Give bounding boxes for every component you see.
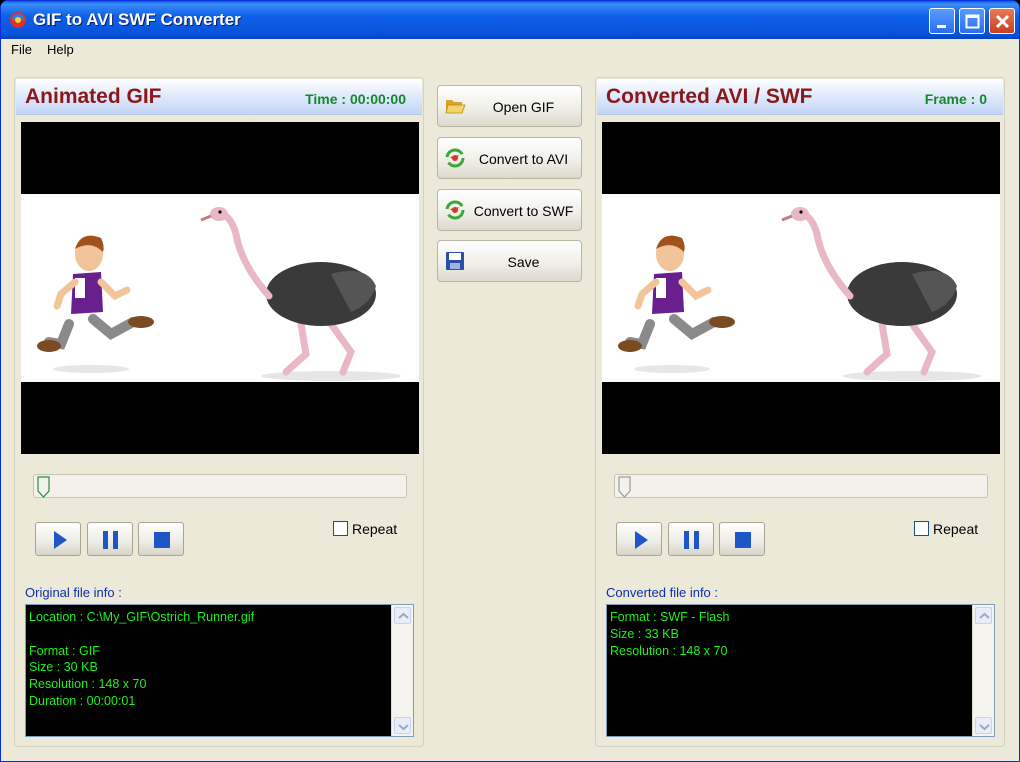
output-panel: Converted AVI / SWF Frame : 0 Repeat Con… (595, 77, 1005, 747)
stop-button[interactable] (719, 522, 765, 556)
source-panel-title: Animated GIF (25, 85, 162, 108)
open-gif-label: Open GIF (492, 99, 555, 115)
stop-button[interactable] (138, 522, 184, 556)
repeat-label: Repeat (352, 521, 398, 537)
scroll-up-button[interactable] (394, 607, 411, 624)
original-info-text: Location : C:\My_GIF\Ostrich_Runner.gif … (29, 610, 255, 708)
close-button[interactable] (989, 8, 1015, 34)
maximize-button[interactable] (959, 8, 985, 34)
frame-readout: Frame : 0 (924, 91, 987, 107)
pause-icon (103, 531, 118, 549)
play-button[interactable] (616, 522, 662, 556)
source-repeat-checkbox[interactable]: Repeat (333, 521, 397, 537)
convert-icon (445, 148, 465, 168)
maximize-icon (965, 14, 980, 29)
pause-button[interactable] (87, 522, 133, 556)
pause-icon (684, 531, 699, 549)
chevron-down-icon (979, 724, 990, 731)
floppy-disk-icon (446, 252, 464, 270)
gif-preview-frame (21, 194, 419, 382)
converted-preview (602, 122, 1000, 454)
original-info-textbox[interactable]: Location : C:\My_GIF\Ostrich_Runner.gif … (25, 604, 414, 737)
menu-file[interactable]: File (11, 42, 32, 57)
minimize-icon (937, 25, 946, 28)
checkbox-box[interactable] (333, 521, 348, 536)
source-seek-slider[interactable] (33, 474, 407, 498)
source-panel-header: Animated GIF Time : 00:00:00 (16, 79, 422, 115)
output-panel-title: Converted AVI / SWF (606, 85, 813, 108)
scroll-down-button[interactable] (975, 717, 992, 734)
chevron-up-icon (979, 612, 990, 619)
convert-to-avi-button[interactable]: Convert to AVI (437, 137, 582, 179)
open-gif-button[interactable]: Open GIF (437, 85, 582, 127)
folder-open-icon (445, 100, 466, 114)
source-panel: Animated GIF Time : 00:00:00 Repeat Orig… (14, 77, 424, 747)
save-label: Save (507, 254, 540, 270)
ostrich-runner-image (602, 194, 1000, 382)
output-repeat-checkbox[interactable]: Repeat (914, 521, 978, 537)
pause-button[interactable] (668, 522, 714, 556)
checkbox-box[interactable] (914, 521, 929, 536)
ostrich-runner-image (21, 194, 419, 382)
repeat-label: Repeat (933, 521, 979, 537)
window-title: GIF to AVI SWF Converter (33, 10, 241, 29)
play-button[interactable] (35, 522, 81, 556)
slider-thumb[interactable] (37, 476, 51, 498)
converted-info-label: Converted file info : (606, 585, 719, 600)
convert-to-swf-label: Convert to SWF (473, 203, 574, 219)
scroll-down-button[interactable] (394, 717, 411, 734)
play-icon (54, 531, 67, 549)
stop-icon (735, 532, 751, 548)
chevron-down-icon (398, 724, 409, 731)
app-window: GIF to AVI SWF Converter File Help Anima… (0, 0, 1020, 762)
time-readout: Time : 00:00:00 (305, 91, 406, 107)
title-bar[interactable]: GIF to AVI SWF Converter (1, 1, 1019, 39)
convert-icon (445, 200, 465, 220)
close-icon (995, 14, 1010, 29)
convert-to-swf-button[interactable]: Convert to SWF (437, 189, 582, 231)
menu-help[interactable]: Help (47, 42, 74, 57)
converted-info-scrollbar[interactable] (972, 605, 994, 736)
save-button[interactable]: Save (437, 240, 582, 282)
chevron-up-icon (398, 612, 409, 619)
gif-preview (21, 122, 419, 454)
original-info-label: Original file info : (25, 585, 122, 600)
app-icon (10, 12, 26, 28)
converted-preview-frame (602, 194, 1000, 382)
original-info-scrollbar[interactable] (391, 605, 413, 736)
convert-to-avi-label: Convert to AVI (478, 151, 569, 167)
slider-thumb[interactable] (618, 476, 632, 498)
menu-bar: File Help (1, 39, 1019, 61)
output-panel-header: Converted AVI / SWF Frame : 0 (597, 79, 1003, 115)
converted-info-textbox[interactable]: Format : SWF - Flash Size : 33 KB Resolu… (606, 604, 995, 737)
scroll-up-button[interactable] (975, 607, 992, 624)
converted-info-text: Format : SWF - Flash Size : 33 KB Resolu… (610, 610, 730, 658)
output-seek-slider[interactable] (614, 474, 988, 498)
minimize-button[interactable] (929, 8, 955, 34)
play-icon (635, 531, 648, 549)
stop-icon (154, 532, 170, 548)
